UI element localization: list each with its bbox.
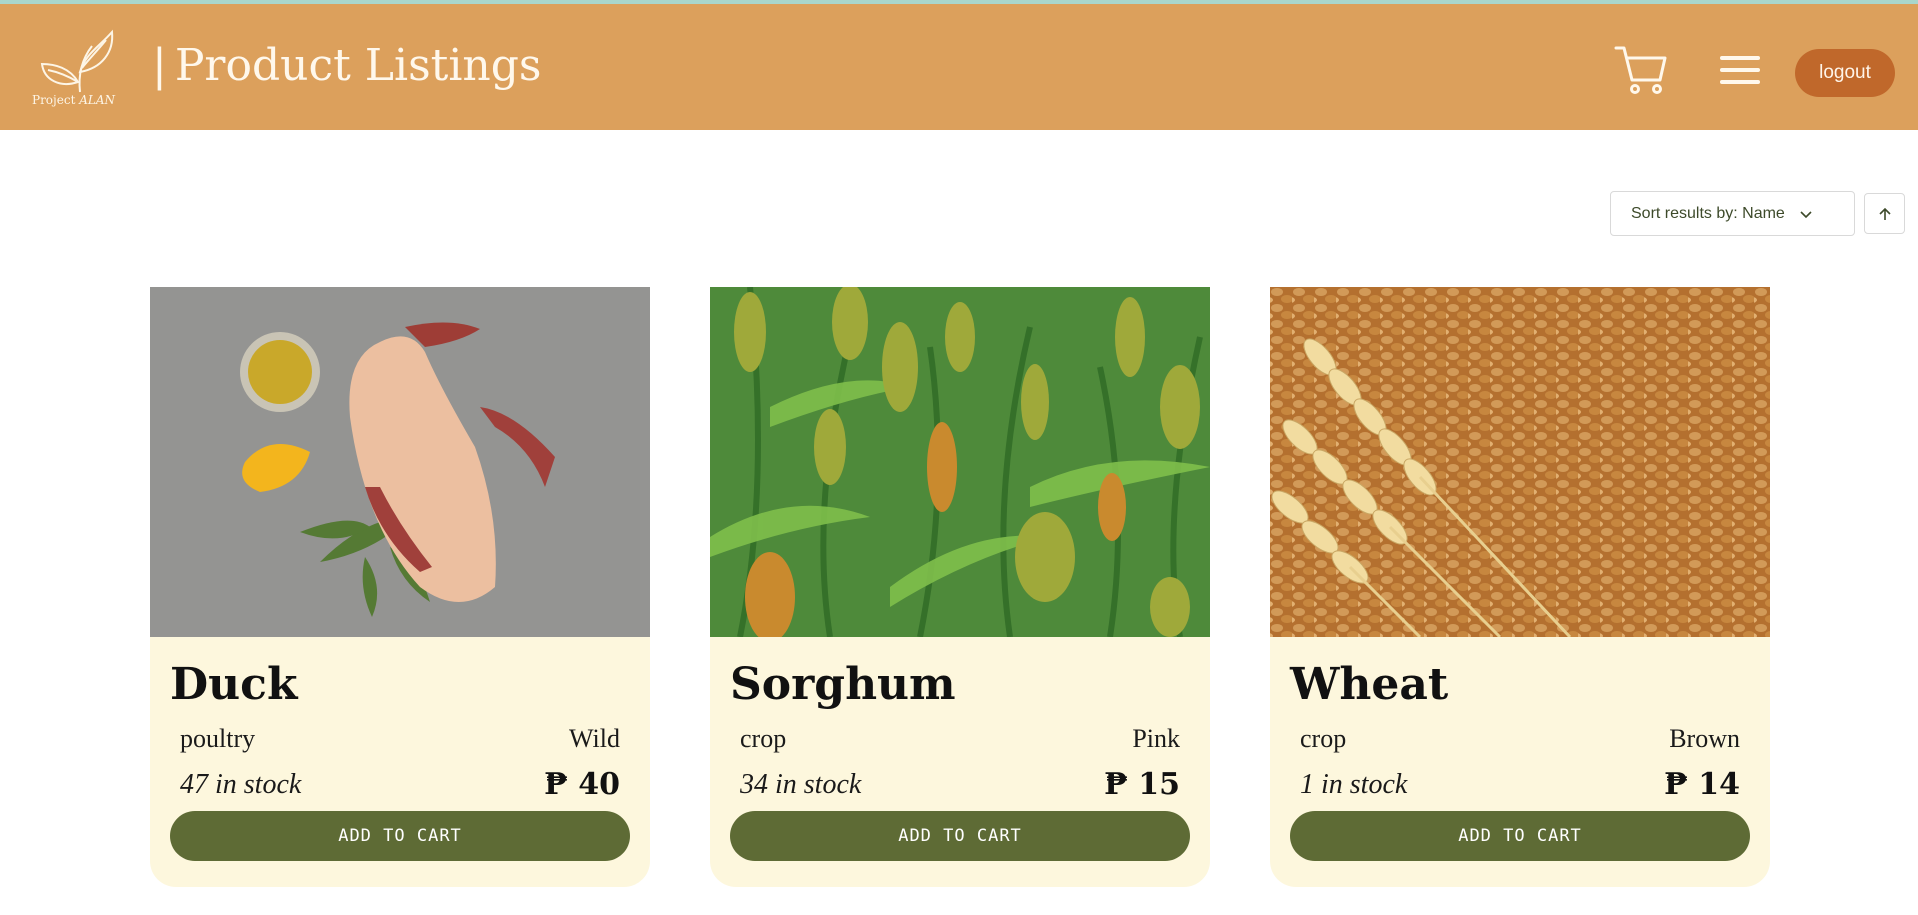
product-price: ₱ 15 [1104, 767, 1180, 802]
add-to-cart-button[interactable]: ADD TO CART [1290, 811, 1750, 861]
chevron-down-icon [1800, 210, 1812, 218]
product-stock: 34 in stock [740, 769, 862, 800]
product-variety: Brown [1669, 724, 1740, 753]
product-image [710, 287, 1210, 637]
sort-direction-button[interactable] [1864, 193, 1905, 234]
arrow-up-icon [1878, 207, 1891, 220]
product-image [1270, 287, 1770, 637]
logo-text: Project ALAN [32, 93, 116, 107]
product-price: ₱ 14 [1664, 767, 1740, 802]
product-card: Duck poultry Wild 47 in stock ₱ 40 ADD T… [150, 287, 650, 887]
product-variety: Pink [1132, 724, 1180, 753]
product-name: Sorghum [730, 659, 956, 710]
add-to-cart-button[interactable]: ADD TO CART [170, 811, 630, 861]
add-to-cart-button[interactable]: ADD TO CART [730, 811, 1190, 861]
product-category: poultry [180, 724, 256, 753]
product-image [150, 287, 650, 637]
logout-button[interactable]: logout [1795, 49, 1895, 97]
product-card: Wheat crop Brown 1 in stock ₱ 14 ADD TO … [1270, 287, 1770, 887]
hamburger-menu-icon[interactable] [1720, 54, 1760, 86]
product-card: Sorghum crop Pink 34 in stock ₱ 15 ADD T… [710, 287, 1210, 887]
product-category: crop [740, 724, 787, 753]
cart-icon[interactable] [1612, 44, 1668, 96]
sort-select[interactable]: Sort results by: Name [1610, 191, 1855, 236]
product-stock: 1 in stock [1300, 769, 1408, 800]
sort-label: Sort results by: Name [1631, 204, 1785, 222]
product-stock: 47 in stock [180, 769, 302, 800]
product-name: Duck [170, 659, 298, 710]
app-header: Project ALAN | Product Listings logout [0, 4, 1918, 130]
product-category: crop [1300, 724, 1347, 753]
product-price: ₱ 40 [544, 767, 620, 802]
product-name: Wheat [1290, 659, 1449, 710]
page-title: | Product Listings [152, 40, 542, 91]
product-variety: Wild [569, 724, 620, 753]
